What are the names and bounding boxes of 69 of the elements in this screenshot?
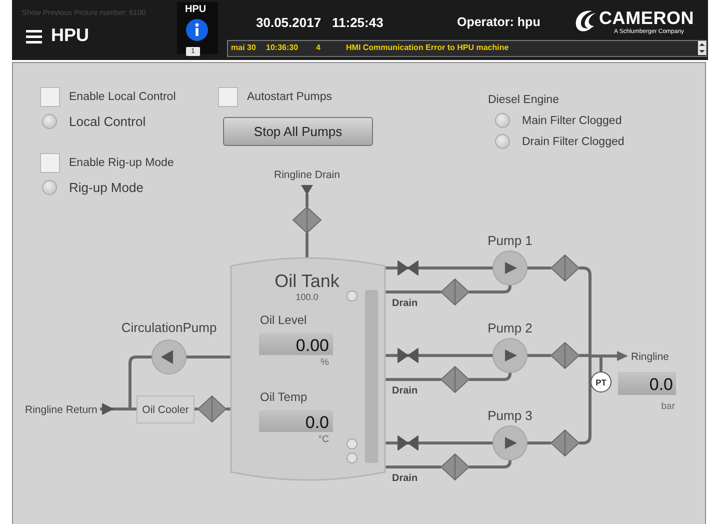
circulation-pump-label: CirculationPump <box>121 320 217 335</box>
menu-icon[interactable] <box>26 30 42 44</box>
screen-title: HPU <box>51 25 90 46</box>
indicator-label: Local Control <box>69 114 146 129</box>
checkbox-label: Enable Rig-up Mode <box>69 157 174 169</box>
value-text: 0.0 <box>305 413 329 432</box>
alarm-time: 10:36:30 <box>266 43 298 52</box>
unit-text: % <box>320 357 329 368</box>
ringline-return-label: Ringline Return <box>25 404 98 416</box>
pump-icon <box>492 426 528 460</box>
ringline-drain-label: Ringline Drain <box>274 169 340 181</box>
unit-text: bar <box>661 401 675 412</box>
filter-icon <box>550 342 580 370</box>
filter-icon <box>440 278 470 306</box>
date-text: 30.05.2017 <box>256 15 322 30</box>
checkbox-label: Enable Local Control <box>69 91 176 103</box>
checkbox-label: Autostart Pumps <box>247 91 332 103</box>
station-label: HPU <box>185 4 206 15</box>
oil-cooler-label: Oil Cooler <box>142 404 189 416</box>
alarm-message: HMI Communication Error to HPU machine <box>346 43 509 52</box>
arrow-icon <box>102 403 114 415</box>
alarm-date: mai 30 <box>231 43 256 52</box>
checkbox[interactable] <box>40 153 60 173</box>
pump-icon <box>492 338 528 373</box>
drain-label: Drain <box>392 298 418 309</box>
pump-label: Pump 1 <box>488 233 532 248</box>
drain-label: Drain <box>392 386 418 396</box>
field-label: Oil Temp <box>260 390 308 404</box>
value-display <box>618 372 676 395</box>
brand-name: CAMERON <box>599 8 694 28</box>
pipe <box>306 192 308 260</box>
value-text: 0.0 <box>649 375 673 394</box>
ringline-label: Ringline <box>631 351 669 363</box>
filter-icon <box>440 453 470 481</box>
pressure-sensor-circle <box>590 372 612 392</box>
tank-capacity: 100.0 <box>296 292 318 302</box>
indicator-label: Drain Filter Clogged <box>522 136 624 148</box>
field-label: Oil Level <box>260 313 307 327</box>
indicator-label: Main Filter Clogged <box>522 114 622 126</box>
oil-cooler-box <box>136 396 194 424</box>
arrow-icon <box>617 351 628 361</box>
alarm-priority: 4 <box>316 43 320 52</box>
tank-title: Oil Tank <box>274 271 340 291</box>
pump-label: Pump 2 <box>488 320 532 336</box>
indicator-label: Rig-up Mode <box>69 180 144 195</box>
valve-icon <box>398 260 418 276</box>
filter-icon <box>197 395 227 423</box>
filter-icon <box>292 206 322 234</box>
scroll-arrows-icon[interactable] <box>698 41 706 55</box>
valve-icon <box>398 436 418 450</box>
filter-icon <box>550 254 580 282</box>
operator-text: Operator: hpu <box>457 15 540 29</box>
pump-icon <box>492 250 528 286</box>
filter-icon <box>440 366 470 394</box>
unit-text: °C <box>318 434 329 445</box>
filter-icon <box>550 429 580 457</box>
arrow-icon <box>301 185 313 195</box>
sensor-tag: PT <box>596 378 606 388</box>
section-title: Diesel Engine <box>488 94 560 106</box>
valve-icon <box>398 348 418 363</box>
time-text: 11:25:43 <box>332 15 384 30</box>
value-text: 0.00 <box>296 336 329 355</box>
stop-all-pumps-button[interactable]: Stop All Pumps <box>223 117 373 146</box>
info-icon[interactable] <box>186 19 208 41</box>
checkbox[interactable] <box>218 87 238 107</box>
pump-icon <box>152 340 186 374</box>
checkbox[interactable] <box>40 87 60 107</box>
drain-label: Drain <box>392 473 418 484</box>
pump-label: Pump 3 <box>488 408 532 423</box>
